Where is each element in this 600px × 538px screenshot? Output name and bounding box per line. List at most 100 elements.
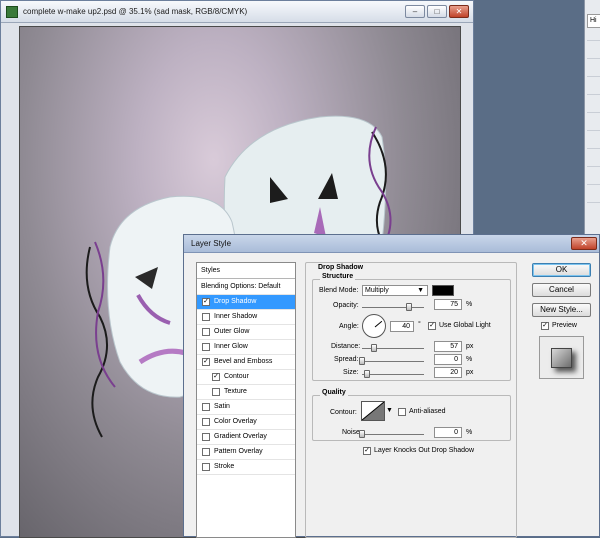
cancel-button[interactable]: Cancel: [532, 283, 591, 297]
opacity-slider-track[interactable]: [362, 307, 424, 308]
ok-button[interactable]: OK: [532, 263, 591, 277]
spread-input[interactable]: 0: [434, 354, 462, 365]
style-checkbox[interactable]: [202, 403, 210, 411]
angle-needle-icon: [374, 320, 383, 328]
style-item[interactable]: ✓ Bevel and Emboss: [197, 355, 295, 370]
style-item-label: Outer Glow: [214, 328, 250, 335]
panel-row: [587, 94, 600, 104]
dialog-close-button[interactable]: ✕: [571, 237, 597, 250]
panel-row: [587, 148, 600, 158]
size-input[interactable]: 20: [434, 367, 462, 378]
quality-title: Quality: [320, 389, 348, 396]
style-item[interactable]: Texture: [197, 385, 295, 400]
size-label: Size:: [343, 369, 359, 376]
style-checkbox[interactable]: [202, 463, 210, 471]
use-global-light-checkbox[interactable]: ✓: [428, 322, 436, 330]
history-tab[interactable]: Hi: [587, 14, 600, 28]
style-checkbox[interactable]: [212, 388, 220, 396]
document-titlebar[interactable]: complete w-make up2.psd @ 35.1% (sad mas…: [1, 1, 473, 23]
shadow-color-swatch[interactable]: [432, 285, 454, 296]
style-item-label: Inner Shadow: [214, 313, 258, 320]
style-item-label: Drop Shadow: [214, 298, 257, 305]
size-unit: px: [466, 369, 474, 376]
new-style-button[interactable]: New Style...: [532, 303, 591, 317]
style-preview-swatch: [539, 336, 584, 379]
dialog-titlebar[interactable]: Layer Style ✕: [184, 235, 599, 253]
style-checkbox[interactable]: [202, 313, 210, 321]
style-item[interactable]: Gradient Overlay: [197, 430, 295, 445]
anti-aliased-label: Anti-aliased: [409, 408, 446, 415]
style-checkbox[interactable]: [202, 448, 210, 456]
chevron-down-icon[interactable]: ▼: [386, 407, 393, 414]
chevron-down-icon: ▼: [417, 287, 424, 294]
style-item-label: Inner Glow: [214, 343, 248, 350]
spread-slider-thumb[interactable]: [359, 357, 365, 365]
style-item[interactable]: Outer Glow: [197, 325, 295, 340]
styles-header[interactable]: Styles: [197, 263, 295, 279]
blend-mode-value: Multiply: [365, 287, 389, 294]
style-item[interactable]: ✓ Contour: [197, 370, 295, 385]
style-item-label: Texture: [224, 388, 247, 395]
noise-unit: %: [466, 429, 473, 436]
size-slider-track[interactable]: [362, 374, 424, 375]
photoshop-document-icon: [6, 6, 18, 18]
blend-mode-label: Blend Mode:: [319, 287, 359, 294]
style-checkbox[interactable]: [202, 328, 210, 336]
style-item-label: Blending Options: Default: [201, 283, 281, 290]
style-checkbox[interactable]: [202, 418, 210, 426]
styles-list: Styles Blending Options: Default ✓ Drop Sh…: [196, 262, 296, 538]
anti-aliased-checkbox[interactable]: [398, 408, 406, 416]
checkmark-icon: ✓: [364, 447, 370, 454]
style-checkbox[interactable]: [202, 433, 210, 441]
angle-input[interactable]: 40: [390, 321, 414, 332]
maximize-button[interactable]: □: [427, 5, 447, 18]
style-checkbox[interactable]: ✓: [212, 373, 220, 381]
spread-unit: %: [466, 356, 473, 363]
style-item[interactable]: ✓ Drop Shadow: [197, 295, 295, 310]
panel-row: [587, 76, 600, 86]
layer-knocks-out-checkbox[interactable]: ✓: [363, 447, 371, 455]
section-title: Drop Shadow: [316, 264, 366, 271]
preview-checkbox[interactable]: ✓: [541, 322, 549, 330]
style-item[interactable]: Inner Glow: [197, 340, 295, 355]
angle-unit: °: [418, 321, 421, 328]
style-checkbox[interactable]: [202, 343, 210, 351]
minimize-button[interactable]: –: [405, 5, 425, 18]
distance-label: Distance:: [331, 343, 361, 350]
noise-slider-thumb[interactable]: [359, 430, 365, 438]
noise-input[interactable]: 0: [434, 427, 462, 438]
layer-knocks-out-label: Layer Knocks Out Drop Shadow: [374, 447, 474, 454]
distance-input[interactable]: 57: [434, 341, 462, 352]
opacity-slider-thumb[interactable]: [405, 303, 412, 311]
style-item[interactable]: Satin: [197, 400, 295, 415]
style-item[interactable]: Inner Shadow: [197, 310, 295, 325]
panel-row: [587, 58, 600, 68]
use-global-light-label: Use Global Light: [439, 322, 491, 329]
document-title: complete w-make up2.psd @ 35.1% (sad mas…: [23, 7, 248, 16]
style-item-label: Bevel and Emboss: [214, 358, 273, 365]
style-item[interactable]: Blending Options: Default: [197, 280, 295, 295]
panel-row: [587, 202, 600, 212]
size-slider-thumb[interactable]: [363, 370, 370, 378]
opacity-input[interactable]: 75: [434, 299, 462, 310]
distance-slider-thumb[interactable]: [370, 344, 377, 352]
blend-mode-select[interactable]: Multiply ▼: [362, 285, 428, 296]
panel-row: [587, 112, 600, 122]
distance-unit: px: [466, 343, 474, 350]
checkmark-icon: ✓: [542, 322, 548, 329]
style-checkbox[interactable]: ✓: [202, 298, 210, 306]
style-item[interactable]: Stroke: [197, 460, 295, 475]
layer-style-dialog: Layer Style ✕ Styles Blending Options: D…: [183, 234, 600, 538]
angle-label: Angle:: [339, 323, 359, 330]
panel-row: [587, 166, 600, 176]
angle-dial[interactable]: [362, 314, 386, 338]
style-item[interactable]: Color Overlay: [197, 415, 295, 430]
opacity-label: Opacity:: [333, 302, 359, 309]
spread-slider-track[interactable]: [362, 361, 424, 362]
noise-slider-track[interactable]: [362, 434, 424, 435]
style-checkbox[interactable]: ✓: [202, 358, 210, 366]
style-item[interactable]: Pattern Overlay: [197, 445, 295, 460]
contour-picker[interactable]: [361, 401, 385, 421]
close-button[interactable]: ✕: [449, 5, 469, 18]
style-item-label: Contour: [224, 373, 249, 380]
